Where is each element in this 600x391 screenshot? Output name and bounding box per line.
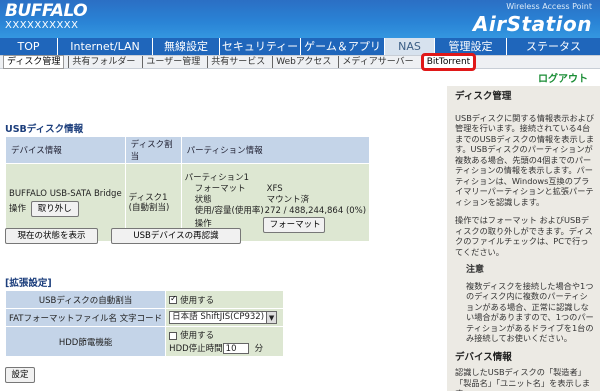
state-value: マウント済 (266, 195, 310, 205)
format-button[interactable]: フォーマット (262, 217, 325, 233)
subnav-media-server[interactable]: メディアサーバー (338, 56, 416, 68)
col-device-info: デバイス情報 (5, 136, 126, 164)
tab-top[interactable]: TOP (0, 38, 58, 55)
help-paragraph-1: USBディスクに関する情報表示および管理を行います。接続されている4台までのUS… (455, 112, 595, 207)
fat-charset-select[interactable]: 日本語 ShiftJIS(CP932) (169, 311, 268, 324)
buffalo-logo: BUFFALO (5, 1, 88, 21)
format-value: XFS (266, 184, 283, 194)
subnav-shared-folders[interactable]: 共有フォルダー (68, 56, 138, 68)
hdd-power-label: HDD節電機能 (4, 326, 167, 357)
airstation-logo: AirStation (472, 12, 592, 36)
help-note-text: 複数ディスクを接続した場合や1つのディスク内に複数のパーティションがある場合、正… (466, 280, 594, 344)
hdd-power-value: 使用する (180, 331, 215, 341)
disk-assign-value: ディスク1 (自動割当) (128, 192, 170, 213)
help-paragraph-2: 操作ではフォーマット およびUSBディスクの取り外しができます。ディスクのファイ… (455, 215, 593, 257)
auto-assign-checkbox[interactable] (169, 294, 178, 304)
subnav-bittorrent[interactable]: BitTorrent (420, 53, 477, 71)
tab-security[interactable]: セキュリティー (220, 38, 301, 55)
col-disk-assign: ディスク割当 (124, 136, 182, 164)
subnav-disk-management[interactable]: ディスク管理 (3, 55, 65, 69)
chevron-down-icon[interactable]: ▼ (267, 311, 278, 324)
subnav-shared-services[interactable]: 共有サービス (207, 56, 268, 68)
remove-button[interactable]: 取り外し (30, 200, 79, 217)
col-partition-info: パーティション情報 (180, 136, 371, 164)
logout-link[interactable]: ログアウト (538, 70, 588, 85)
tab-game-apps[interactable]: ゲーム＆アプリ (301, 38, 385, 55)
tab-wireless[interactable]: 無線設定 (153, 38, 220, 55)
auto-assign-label: USBディスクの自動割当 (4, 290, 167, 309)
hdd-power-checkbox[interactable] (169, 331, 178, 340)
product-subtitle: Wireless Access Point (506, 2, 592, 11)
help-sidebar: ディスク管理 USBディスクに関する情報表示および管理を行います。接続されている… (447, 86, 600, 391)
auto-assign-value: 使用する (180, 295, 215, 306)
device-operation-label: 操作 (9, 203, 27, 214)
ext-section-title: [拡張設定] (5, 278, 52, 289)
sub-nav: ディスク管理 共有フォルダー ユーザー管理 共有サービス Webアクセス メディ… (0, 53, 600, 71)
usb-section-title: USBディスク情報 (5, 124, 84, 135)
partition-name: パーティション1 (184, 173, 250, 183)
subnav-web-access[interactable]: Webアクセス (272, 56, 334, 68)
help-device-text: 認識したUSBディスクの「製造者」「製品名」「ユニット名」を表示します。 (455, 367, 591, 391)
ext-settings-table: USBディスクの自動割当 使用する FATフォーマットファイル名 文字コード 日… (4, 290, 285, 357)
tab-internet-lan[interactable]: Internet/LAN (58, 38, 153, 55)
subnav-user-management[interactable]: ユーザー管理 (142, 56, 203, 68)
help-note-title: 注意 (466, 265, 485, 275)
show-state-button[interactable]: 現在の状態を表示 (5, 228, 98, 244)
state-label: 状態 (194, 195, 212, 205)
fat-charset-label: FATフォーマットファイル名 文字コード (4, 308, 167, 327)
rescan-button[interactable]: USBデバイスの再認識 (111, 228, 241, 244)
save-button[interactable]: 設定 (5, 367, 35, 383)
tab-status[interactable]: ステータス (507, 38, 600, 55)
device-name: BUFFALO USB-SATA Bridge (9, 188, 122, 199)
header-bar: BUFFALO XXXXXXXXXX Wireless Access Point… (0, 0, 600, 38)
help-device-title: デバイス情報 (455, 351, 512, 363)
hdd-stop-input[interactable]: 10 (222, 343, 249, 354)
usb-disk-table: デバイス情報 ディスク割当 パーティション情報 BUFFALO USB-SATA… (5, 136, 371, 242)
usage-label: 使用/容量(使用率) (194, 206, 264, 216)
help-title: ディスク管理 (455, 91, 512, 102)
main-nav: TOP Internet/LAN 無線設定 セキュリティー ゲーム＆アプリ NA… (0, 38, 600, 55)
hdd-stop-unit: 分 (254, 344, 264, 354)
model-name: XXXXXXXXXX (5, 20, 79, 31)
format-label: フォーマット (194, 184, 246, 194)
hdd-stop-label: HDD停止時間 (169, 344, 223, 354)
usage-value: 272 / 488,244,864 (0%) (264, 206, 367, 216)
